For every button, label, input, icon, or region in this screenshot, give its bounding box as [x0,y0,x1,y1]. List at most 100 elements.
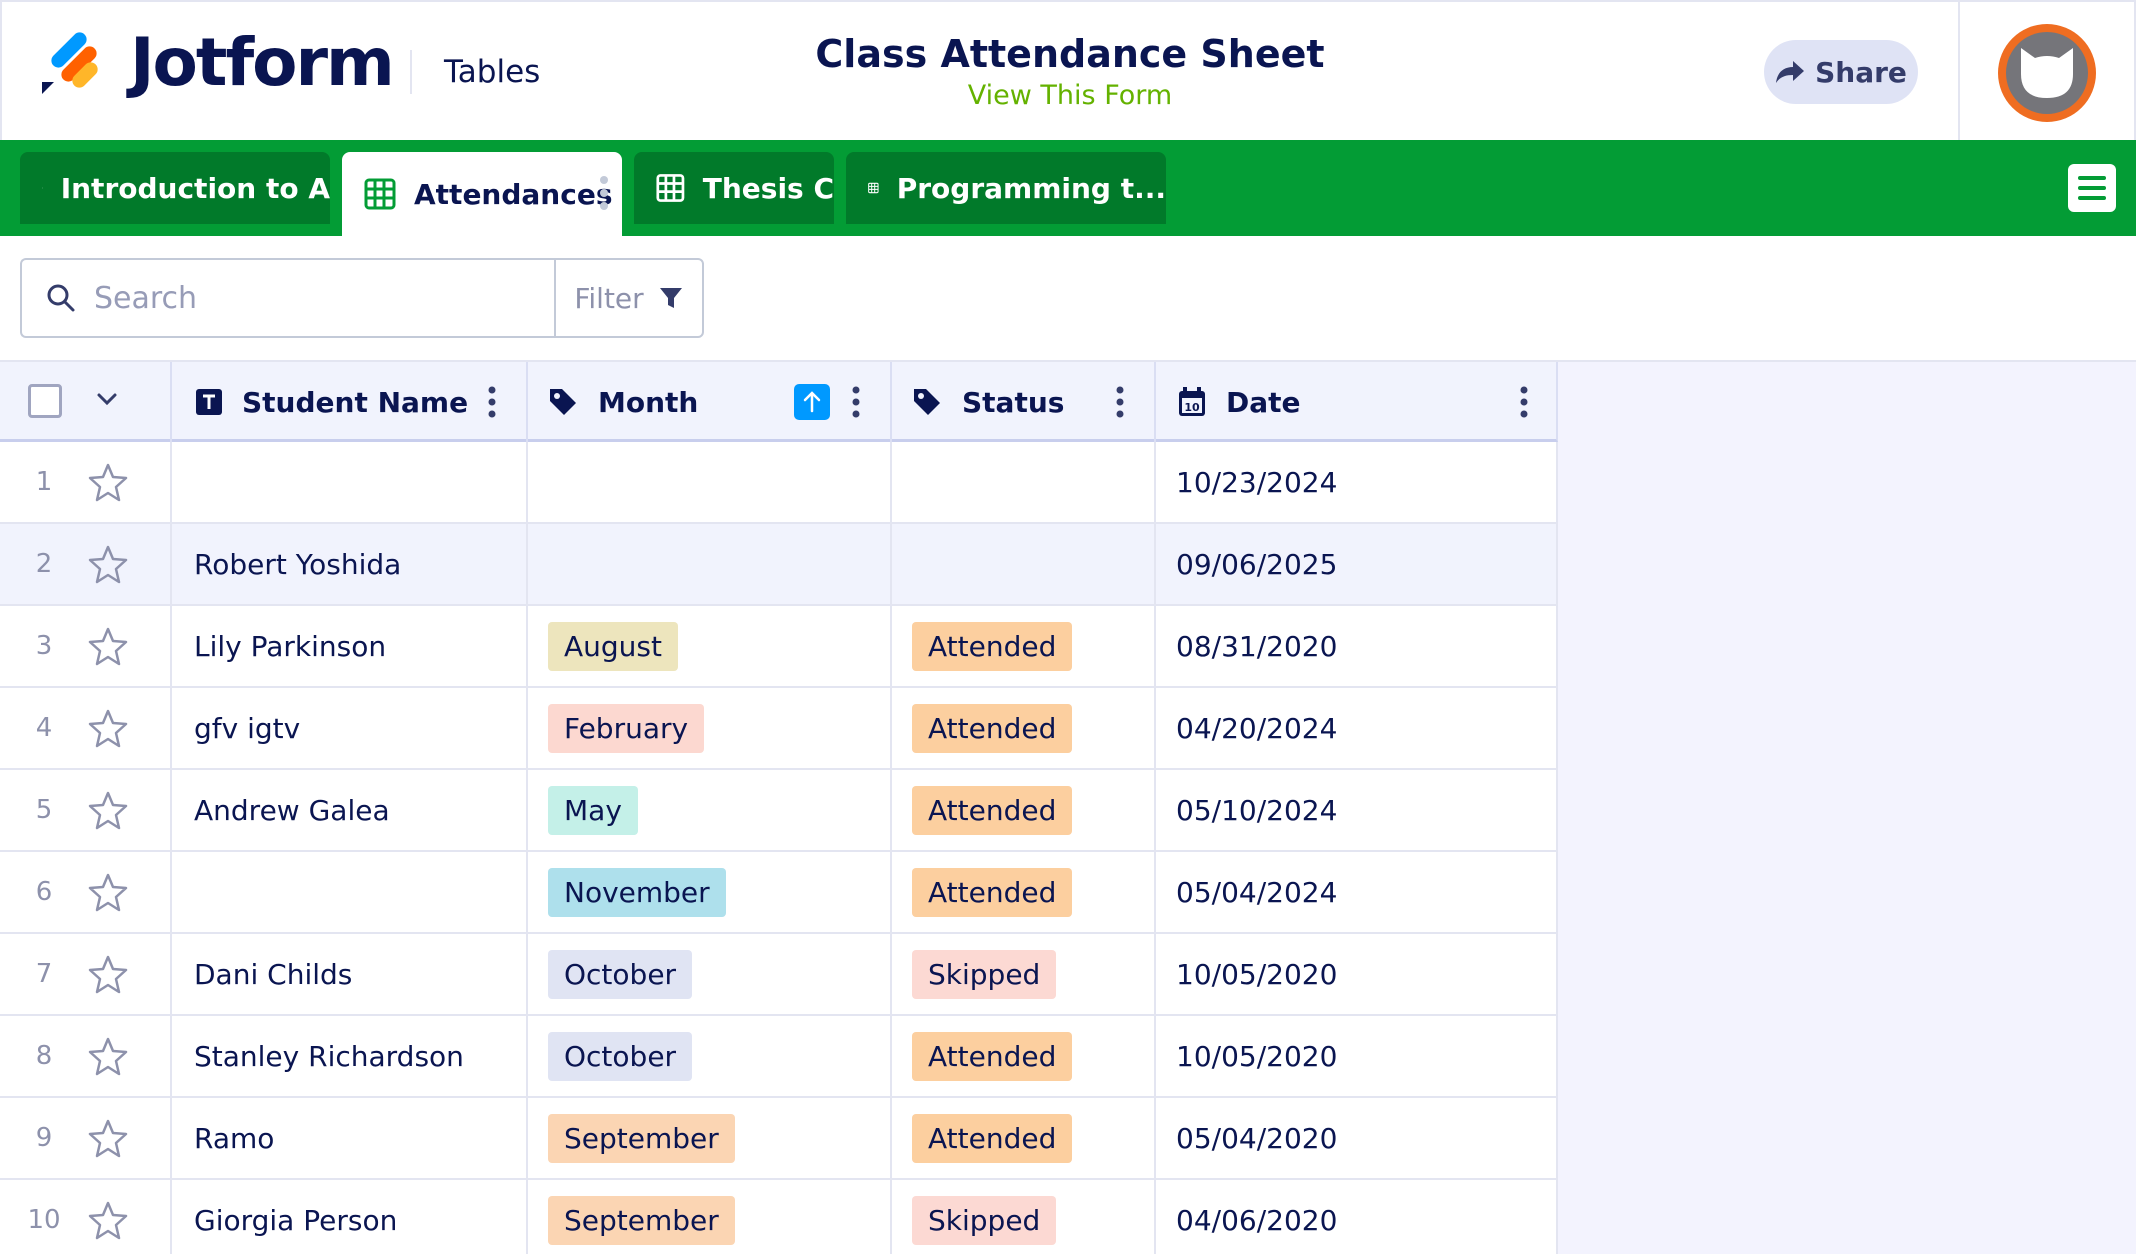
student-name-cell[interactable]: Stanley Richardson [172,1016,528,1096]
student-name-cell[interactable]: Andrew Galea [172,770,528,850]
student-name-cell[interactable]: Dani Childs [172,934,528,1014]
chevron-down-icon[interactable] [96,392,118,408]
status-cell[interactable]: Skipped [892,934,1156,1014]
star-icon[interactable] [88,954,128,994]
table-row[interactable]: 10 Giorgia Person September Skipped 04/0… [0,1180,1558,1254]
tab-options-icon[interactable] [600,176,608,210]
status-cell[interactable]: Skipped [892,1180,1156,1254]
month-cell[interactable]: February [528,688,892,768]
month-cell[interactable]: October [528,934,892,1014]
status-cell[interactable]: Attended [892,770,1156,850]
table-row[interactable]: 7 Dani Childs October Skipped 10/05/2020 [0,934,1558,1016]
student-name-cell[interactable]: gfv igtv [172,688,528,768]
date-cell[interactable]: 04/06/2020 [1156,1180,1558,1254]
column-options-icon[interactable] [488,386,496,418]
status-cell[interactable]: Attended [892,1098,1156,1178]
date-cell[interactable]: 04/20/2024 [1156,688,1558,768]
star-icon[interactable] [88,790,128,830]
table-row[interactable]: 6 November Attended 05/04/2024 [0,852,1558,934]
month-cell[interactable]: May [528,770,892,850]
row-number: 4 [35,713,53,743]
tab-label: Thesis C [702,171,834,205]
column-options-icon[interactable] [852,386,860,418]
month-tag: February [548,703,705,753]
column-header-date[interactable]: 10 Date [1156,362,1558,442]
date-cell[interactable]: 05/10/2024 [1156,770,1558,850]
search-input[interactable] [94,280,514,316]
column-header-status[interactable]: Status [892,362,1156,442]
status-cell[interactable] [892,442,1156,522]
select-all-checkbox[interactable] [28,384,62,418]
search-icon [47,284,75,312]
row-selector-cell: 3 [0,606,172,686]
month-cell[interactable]: August [528,606,892,686]
row-selector-cell: 6 [0,852,172,932]
status-cell[interactable]: Attended [892,606,1156,686]
star-icon[interactable] [88,462,128,502]
table-icon [868,182,879,194]
status-cell[interactable] [892,524,1156,604]
table-row[interactable]: 5 Andrew Galea May Attended 05/10/2024 [0,770,1558,852]
column-options-icon[interactable] [1116,386,1124,418]
row-number: 10 [27,1205,61,1235]
star-icon[interactable] [88,1036,128,1076]
star-icon[interactable] [88,544,128,584]
hamburger-menu-icon[interactable] [2068,164,2116,212]
filter-button[interactable]: Filter [554,258,704,338]
cat-avatar-icon [2021,48,2073,98]
star-icon[interactable] [88,1200,128,1240]
student-name-cell[interactable]: Giorgia Person [172,1180,528,1254]
student-name-cell[interactable] [172,442,528,522]
row-number: 8 [35,1041,53,1071]
tab-programming[interactable]: Programming t... [846,152,1166,224]
avatar[interactable] [1998,24,2096,122]
column-header-student-name[interactable]: Student Name [172,362,528,442]
month-cell[interactable]: September [528,1098,892,1178]
svg-text:10: 10 [1184,401,1200,414]
column-header-month[interactable]: Month [528,362,892,442]
month-cell[interactable] [528,524,892,604]
date-cell[interactable]: 08/31/2020 [1156,606,1558,686]
tab-bar: Introduction to A Attendances Thesis C P… [0,140,2136,236]
student-name-cell[interactable]: Lily Parkinson [172,606,528,686]
student-name-cell[interactable] [172,852,528,932]
student-name-cell[interactable]: Robert Yoshida [172,524,528,604]
date-cell[interactable]: 10/05/2020 [1156,1016,1558,1096]
tab-thesis[interactable]: Thesis C [634,152,834,224]
tag-icon [550,389,576,415]
table-row[interactable]: 3 Lily Parkinson August Attended 08/31/2… [0,606,1558,688]
month-cell[interactable]: September [528,1180,892,1254]
share-button[interactable]: Share [1764,40,1918,104]
star-icon[interactable] [88,1118,128,1158]
date-cell[interactable]: 10/05/2020 [1156,934,1558,1014]
status-cell[interactable]: Attended [892,852,1156,932]
sort-ascending-icon[interactable] [794,384,830,420]
status-tag: Attended [912,1113,1073,1163]
status-cell[interactable]: Attended [892,688,1156,768]
date-cell[interactable]: 10/23/2024 [1156,442,1558,522]
month-cell[interactable] [528,442,892,522]
student-name-cell[interactable]: Ramo [172,1098,528,1178]
table-row[interactable]: 1 10/23/2024 [0,442,1558,524]
star-icon[interactable] [88,872,128,912]
row-selector-cell: 7 [0,934,172,1014]
tab-introduction[interactable]: Introduction to A [20,152,330,224]
star-icon[interactable] [88,626,128,666]
month-tag: October [548,1031,693,1081]
tab-attendances[interactable]: Attendances [342,152,622,236]
row-selector-cell: 2 [0,524,172,604]
table-row[interactable]: 8 Stanley Richardson October Attended 10… [0,1016,1558,1098]
month-tag: November [548,867,726,917]
star-icon[interactable] [88,708,128,748]
date-cell[interactable]: 09/06/2025 [1156,524,1558,604]
date-cell[interactable]: 05/04/2020 [1156,1098,1558,1178]
table-row[interactable]: 4 gfv igtv February Attended 04/20/2024 [0,688,1558,770]
table-row[interactable]: 9 Ramo September Attended 05/04/2020 [0,1098,1558,1180]
date-cell[interactable]: 05/04/2024 [1156,852,1558,932]
table-row[interactable]: 2 Robert Yoshida 09/06/2025 [0,524,1558,606]
row-number: 1 [35,467,53,497]
status-cell[interactable]: Attended [892,1016,1156,1096]
month-cell[interactable]: October [528,1016,892,1096]
column-options-icon[interactable] [1520,386,1528,418]
month-cell[interactable]: November [528,852,892,932]
